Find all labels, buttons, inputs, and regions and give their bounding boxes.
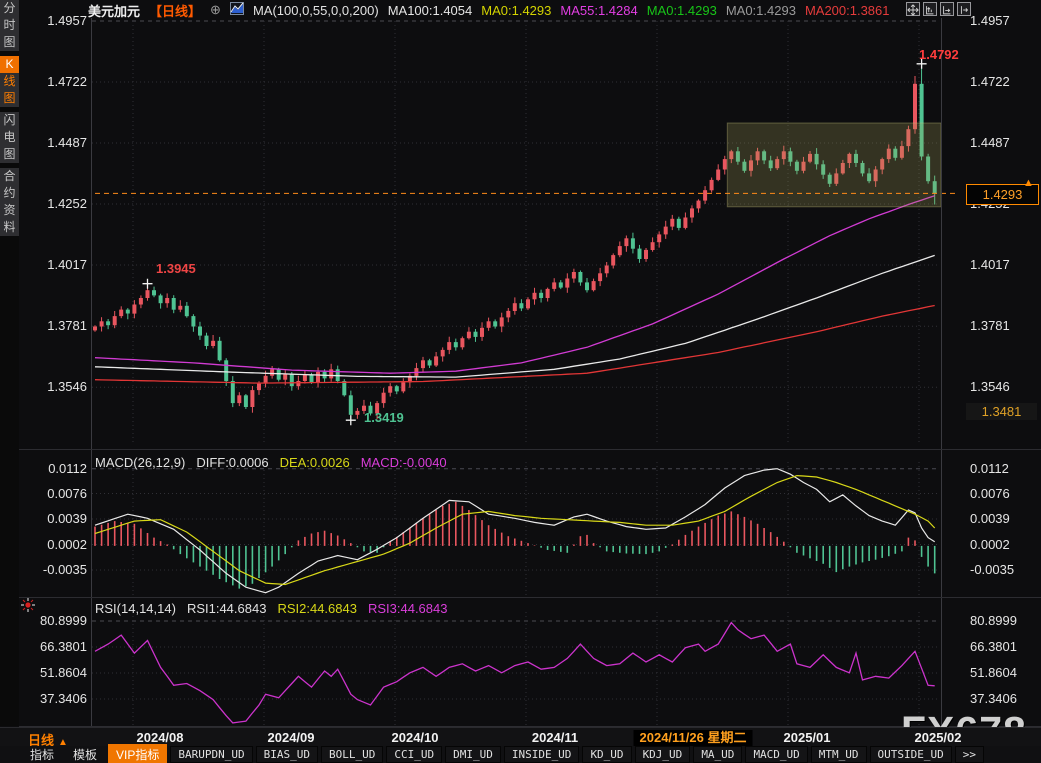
btn-boll[interactable]: BOLL_UD — [321, 746, 383, 763]
shift-right-icon[interactable] — [957, 2, 971, 16]
price-tick: 1.4722 — [7, 74, 87, 89]
macd-tick: 0.0039 — [7, 511, 87, 526]
btn-kdj[interactable]: KDJ_UD — [635, 746, 691, 763]
price-tick: 1.4252 — [7, 196, 87, 211]
ma-value-label: MA55:1.4284 — [560, 3, 637, 18]
price-tick: 1.3546 — [970, 379, 1041, 394]
indicator-param-label: RSI(14,14,14) — [95, 601, 176, 616]
indicator-param-label: RSI2:44.6843 — [277, 601, 357, 616]
price-tick: 1.4957 — [7, 13, 87, 28]
ma-value-label: MA0:1.4293 — [647, 3, 717, 18]
indicator-param-label: DEA:0.0026 — [280, 455, 350, 470]
price-tick: 1.4017 — [970, 257, 1041, 272]
ma-values: MA(100,0,55,0,0,200) MA100:1.4054 MA0:1.42… — [253, 3, 899, 18]
btn-barupdn[interactable]: BARUPDN_UD — [170, 746, 252, 763]
annotation-spike-high: 1.4792 — [919, 47, 959, 62]
date-label: 2025/01 — [784, 730, 831, 745]
symbol-title: 美元加元 — [88, 1, 140, 20]
chart-header: 美元加元 【日线】 ⊕ MA(100,0,55,0,0,200) MA100:1.… — [88, 2, 899, 18]
date-label: 2024/10 — [392, 730, 439, 745]
alert-dot-icon — [20, 597, 36, 618]
date-label: 2025/02 — [915, 730, 962, 745]
selected-date-label: 2024/11/26 星期二 — [634, 730, 753, 746]
trading-terminal: 分时图K线图闪电图合约资料 美元加元 【日线】 ⊕ MA(100,0,55,0,… — [0, 0, 1041, 763]
rsi-tick: 37.3406 — [7, 691, 87, 706]
macd-tick: -0.0035 — [7, 562, 87, 577]
macd-tick: -0.0035 — [970, 562, 1041, 577]
macd-tick: 0.0076 — [7, 486, 87, 501]
btn-mtm[interactable]: MTM_UD — [811, 746, 867, 763]
rsi-tick: 51.8604 — [970, 665, 1041, 680]
rsi-tick: 37.3406 — [970, 691, 1041, 706]
btn-dmi[interactable]: DMI_UD — [445, 746, 501, 763]
macd-tick: 0.0112 — [970, 461, 1041, 476]
ma-value-label: MA(100,0,55,0,0,200) — [253, 3, 379, 18]
period-tag: 【日线】 — [149, 1, 201, 20]
btn-macd[interactable]: MACD_UD — [745, 746, 807, 763]
annotation-swing-high: 1.3945 — [156, 261, 196, 276]
ma-value-label: MA200:1.3861 — [805, 3, 890, 18]
tab-char: 图 — [0, 34, 19, 51]
date-label: 2024/08 — [137, 730, 184, 745]
chart-thumbnail-icon[interactable] — [230, 2, 244, 18]
price-tick: 1.4722 — [970, 74, 1041, 89]
btn-bias[interactable]: BIAS_UD — [256, 746, 318, 763]
add-circle-icon[interactable]: ⊕ — [210, 2, 221, 18]
macd-tick: 0.0002 — [970, 537, 1041, 552]
indicator-param-label: MACD(26,12,9) — [95, 455, 185, 470]
tab-char: 合 — [0, 168, 19, 185]
macd-tick: 0.0002 — [7, 537, 87, 552]
price-arrow-icon: ▲ — [1023, 177, 1034, 189]
rsi-tick: 51.8604 — [7, 665, 87, 680]
btn-vip-indicators[interactable]: VIP指标 — [108, 744, 167, 763]
price-tick: 1.4487 — [970, 135, 1041, 150]
tab-char: 图 — [0, 90, 19, 107]
indicator-param-label: RSI1:44.6843 — [187, 601, 267, 616]
macd-header: MACD(26,12,9) DIFF:0.0006 DEA:0.0026 MACD:-… — [95, 455, 447, 470]
rsi-tick: 66.3801 — [970, 639, 1041, 654]
btn-inside[interactable]: INSIDE_UD — [504, 746, 580, 763]
tab-char: 料 — [0, 219, 19, 236]
ma-value-label: MA100:1.4054 — [388, 3, 473, 18]
btn-cci[interactable]: CCI_UD — [386, 746, 442, 763]
btn-indicators[interactable]: 指标 — [22, 744, 62, 763]
rsi-tick: 66.3801 — [7, 639, 87, 654]
chart-canvas[interactable] — [0, 0, 1041, 763]
btn-templates[interactable]: 模板 — [65, 744, 105, 763]
price-tick: 1.4017 — [7, 257, 87, 272]
indicator-param-label: DIFF:0.0006 — [196, 455, 268, 470]
indicator-toolbar: 指标模板VIP指标BARUPDN_UDBIAS_UDBOLL_UDCCI_UDD… — [0, 746, 1041, 763]
btn-outside[interactable]: OUTSIDE_UD — [870, 746, 952, 763]
price-tick: 1.3546 — [7, 379, 87, 394]
price-tick: 1.3781 — [7, 318, 87, 333]
btn-kd[interactable]: KD_UD — [582, 746, 631, 763]
date-label: 2024/11 — [532, 730, 578, 745]
price-tick: 1.4957 — [970, 13, 1041, 28]
rsi-tick: 80.8999 — [970, 613, 1041, 628]
price-tick: 1.4487 — [7, 135, 87, 150]
tab-char: 闪 — [0, 112, 19, 129]
ma-value-label: MA0:1.4293 — [481, 3, 551, 18]
date-label: 2024/09 — [268, 730, 315, 745]
fit-horizontal-icon[interactable] — [940, 2, 954, 16]
btn-ma[interactable]: MA_UD — [693, 746, 742, 763]
price-tick: 1.3781 — [970, 318, 1041, 333]
indicator-param-label: MACD:-0.0040 — [361, 455, 447, 470]
pan-icon[interactable] — [906, 2, 920, 16]
secondary-price-badge: 1.3481 — [966, 403, 1037, 420]
header-tool-icons — [906, 2, 971, 16]
ma-value-label: MA0:1.4293 — [726, 3, 796, 18]
macd-tick: 0.0039 — [970, 511, 1041, 526]
rsi-header: RSI(14,14,14) RSI1:44.6843 RSI2:44.6843 RSI… — [95, 601, 447, 616]
macd-tick: 0.0076 — [970, 486, 1041, 501]
btn-more[interactable]: >> — [955, 746, 984, 763]
tab-char: K — [0, 56, 19, 73]
annotation-swing-low: 1.3419 — [364, 410, 404, 425]
fit-vertical-icon[interactable] — [923, 2, 937, 16]
indicator-param-label: RSI3:44.6843 — [368, 601, 448, 616]
rsi-tick: 80.8999 — [7, 613, 87, 628]
macd-tick: 0.0112 — [7, 461, 87, 476]
